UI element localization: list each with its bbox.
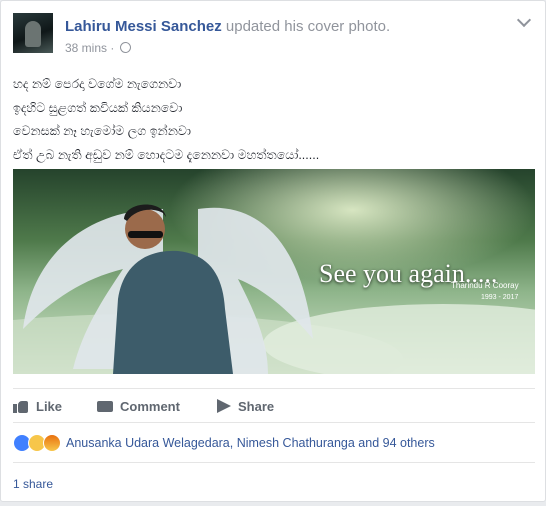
post-text-line: වෙනසක් නෑ හැමෝම ලග ඉන්නවා — [13, 124, 191, 138]
divider — [13, 388, 535, 389]
avatar[interactable] — [13, 13, 53, 53]
post-header: Lahiru Messi Sanchez updated his cover p… — [13, 12, 533, 63]
comment-button[interactable]: Comment — [97, 391, 180, 421]
post-card: Lahiru Messi Sanchez updated his cover p… — [0, 0, 546, 502]
like-button[interactable]: Like — [13, 391, 62, 421]
post-time[interactable]: 38 mins — [65, 41, 107, 55]
share-button[interactable]: Share — [217, 391, 274, 421]
angry-reaction-icon — [43, 434, 61, 452]
post-action: updated his cover photo. — [225, 18, 391, 35]
post-title: Lahiru Messi Sanchez updated his cover p… — [65, 18, 390, 35]
comment-icon — [97, 400, 113, 412]
post-text-line: හද නම් පෙරදා වගේම නැගෙනවා — [13, 77, 182, 91]
cover-photo[interactable]: See you again..... Tharindu R Cooray 199… — [13, 169, 535, 374]
chevron-down-icon[interactable] — [516, 12, 532, 28]
action-bar: Like Comment Share — [13, 391, 535, 421]
share-count[interactable]: 1 share — [13, 477, 53, 491]
photo-years: 1993 - 2017 — [481, 294, 519, 301]
author-name[interactable]: Lahiru Messi Sanchez — [65, 18, 222, 35]
like-label: Like — [36, 398, 63, 414]
divider — [13, 462, 535, 463]
divider — [13, 422, 535, 423]
reactions-summary[interactable]: Anusanka Udara Welagedara, Nimesh Chathu… — [13, 433, 435, 453]
share-icon — [217, 399, 231, 413]
photo-credit: Tharindu R Cooray — [451, 281, 519, 290]
thumbs-up-icon — [13, 399, 29, 413]
post-meta: 38 mins · — [65, 41, 131, 55]
reactions-text[interactable]: Anusanka Udara Welagedara, Nimesh Chathu… — [66, 436, 435, 450]
share-label: Share — [238, 398, 275, 414]
meta-separator: · — [110, 41, 115, 55]
post-text-line: ඉදහිට සුළගත් කවියක් කියනවො — [13, 100, 183, 115]
post-text: හද නම් පෙරදා වගේම නැගෙනවා ඉදහිට සුළගත් ක… — [13, 73, 319, 167]
globe-icon[interactable] — [119, 42, 131, 53]
post-text-line: ඒත් උබ නැති අඩුව නම් හොදටම දැනෙනවා මහත්ත… — [13, 147, 320, 162]
comment-label: Comment — [120, 398, 180, 414]
